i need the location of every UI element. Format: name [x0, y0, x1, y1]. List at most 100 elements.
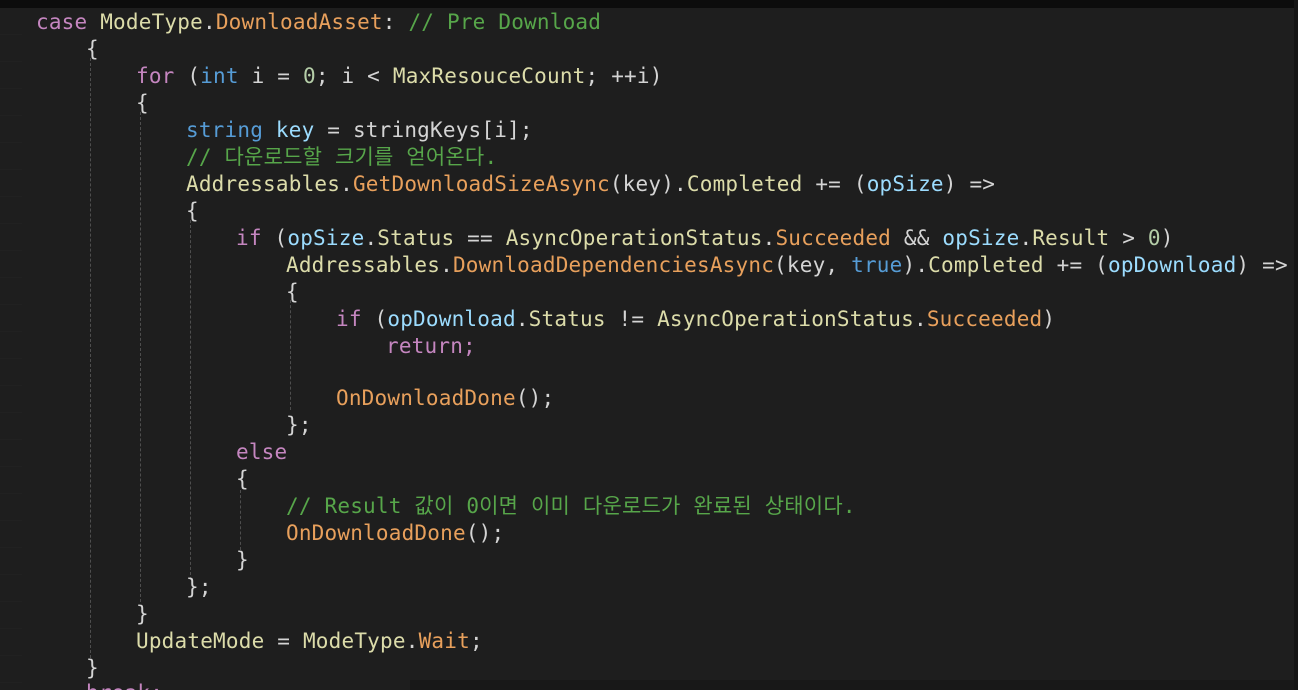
indent-guide [140, 112, 141, 602]
token-punct: . [515, 307, 529, 331]
token-member: Status [377, 226, 455, 250]
code-line[interactable]: } [86, 655, 99, 682]
token-identifier: opDownload [1107, 253, 1237, 277]
code-line[interactable]: { [86, 36, 99, 63]
code-line[interactable]: return; [386, 333, 476, 360]
code-line[interactable]: if (opSize.Status == AsyncOperationStatu… [236, 225, 1174, 252]
code-line[interactable]: } [136, 601, 149, 628]
token-punct: ; [469, 629, 483, 653]
code-line[interactable]: Addressables.GetDownloadSizeAsync(key).C… [186, 171, 995, 198]
token-punct: . [364, 226, 378, 250]
token-text: ) => [943, 172, 996, 196]
token-member: DownloadAsset [215, 10, 383, 34]
token-keyword: int [200, 64, 239, 88]
code-comment-line[interactable]: // 다운로드할 크기를 얻어온다. [186, 144, 497, 171]
token-identifier: opSize [287, 226, 365, 250]
code-line[interactable]: UpdateMode = ModeType.Wait; [136, 628, 483, 655]
code-line[interactable]: }; [186, 574, 212, 601]
token-keyword: for [136, 64, 188, 88]
token-type: ModeType [100, 10, 203, 34]
line-gutter [0, 8, 22, 690]
token-text: (); [515, 386, 555, 410]
token-punct: ) [1042, 307, 1056, 331]
code-line[interactable]: { [136, 90, 149, 117]
token-type: Addressables [186, 172, 341, 196]
token-text: != [605, 307, 658, 331]
code-line[interactable]: OnDownloadDone(); [336, 385, 554, 412]
token-punct: ( [187, 64, 201, 88]
token-text: (key, [774, 253, 852, 277]
token-identifier: opDownload [387, 307, 516, 331]
code-line[interactable]: break; [86, 680, 163, 690]
token-text: i = [238, 64, 303, 88]
code-comment-line[interactable]: // Result 값이 0이면 이미 다운로드가 완료된 상태이다. [286, 493, 856, 520]
vertical-scrollbar[interactable] [1294, 0, 1298, 690]
code-line[interactable]: { [236, 466, 249, 493]
token-keyword: string [186, 118, 276, 142]
token-text: (); [465, 521, 505, 545]
indent-guide [290, 300, 291, 410]
token-punct: ) [1160, 226, 1174, 250]
code-line[interactable]: for (int i = 0; i < MaxResouceCount; ++i… [136, 63, 663, 90]
token-text: && [891, 226, 943, 250]
code-line[interactable]: string key = stringKeys[i]; [186, 117, 533, 144]
token-text: (key). [609, 172, 687, 196]
token-text: > [1109, 226, 1148, 250]
token-identifier: opSize [866, 172, 944, 196]
token-identifier: key [275, 118, 315, 142]
bottom-panel-edge [410, 680, 1298, 690]
token-punct: . [340, 172, 353, 196]
token-punct: ( [274, 226, 288, 250]
token-enum-member: Succeeded [926, 307, 1043, 331]
code-line[interactable]: if (opDownload.Status != AsyncOperationS… [336, 306, 1055, 333]
token-enum-member: Succeeded [775, 226, 892, 250]
token-number: 0 [1147, 226, 1161, 250]
indent-guide [240, 490, 241, 550]
token-member: Completed [686, 172, 803, 196]
token-punct: ( [374, 307, 388, 331]
token-punct: . [913, 307, 927, 331]
code-line[interactable]: { [186, 198, 199, 225]
token-punct: . [405, 629, 419, 653]
token-text: = [264, 629, 303, 653]
token-identifier: UpdateMode [136, 629, 265, 653]
token-punct: . [762, 226, 776, 250]
code-line[interactable]: else [236, 439, 287, 466]
token-text: += ( [1043, 253, 1108, 277]
token-type: Addressables [286, 253, 441, 277]
token-number: 0 [302, 64, 316, 88]
token-identifier: MaxResouceCount [392, 64, 586, 88]
token-method: OnDownloadDone [336, 386, 516, 410]
token-comment: // Pre Download [408, 10, 602, 34]
token-keyword: case [36, 10, 101, 34]
token-member: Completed [928, 253, 1044, 277]
code-line[interactable]: }; [286, 412, 312, 439]
code-line[interactable]: case ModeType.DownloadAsset: // Pre Down… [36, 9, 601, 36]
token-text: ) => [1236, 253, 1288, 277]
code-editor[interactable]: case ModeType.DownloadAsset: // Pre Down… [0, 0, 1298, 690]
token-text: ; ++i) [585, 64, 663, 88]
token-text: += ( [802, 172, 867, 196]
code-line[interactable]: { [286, 279, 299, 306]
token-keyword: if [236, 226, 275, 250]
token-punct: . [202, 10, 216, 34]
token-method: GetDownloadSizeAsync [352, 172, 610, 196]
token-method: DownloadDependenciesAsync [452, 253, 775, 277]
code-line[interactable]: } [236, 547, 249, 574]
token-text: ). [902, 253, 929, 277]
token-keyword: true [851, 253, 903, 277]
editor-top-edge [0, 0, 1298, 8]
token-punct: : [382, 10, 409, 34]
token-type: ModeType [302, 629, 406, 653]
code-line[interactable]: OnDownloadDone(); [286, 520, 504, 547]
token-keyword: if [336, 307, 375, 331]
token-method: OnDownloadDone [286, 521, 466, 545]
token-type: AsyncOperationStatus [505, 226, 763, 250]
token-punct: . [1019, 226, 1033, 250]
token-text: ; i < [315, 64, 393, 88]
code-line[interactable]: Addressables.DownloadDependenciesAsync(k… [286, 252, 1288, 279]
token-member: Wait [418, 629, 470, 653]
token-punct: . [440, 253, 453, 277]
indent-guide [190, 220, 191, 580]
token-member: Status [528, 307, 606, 331]
